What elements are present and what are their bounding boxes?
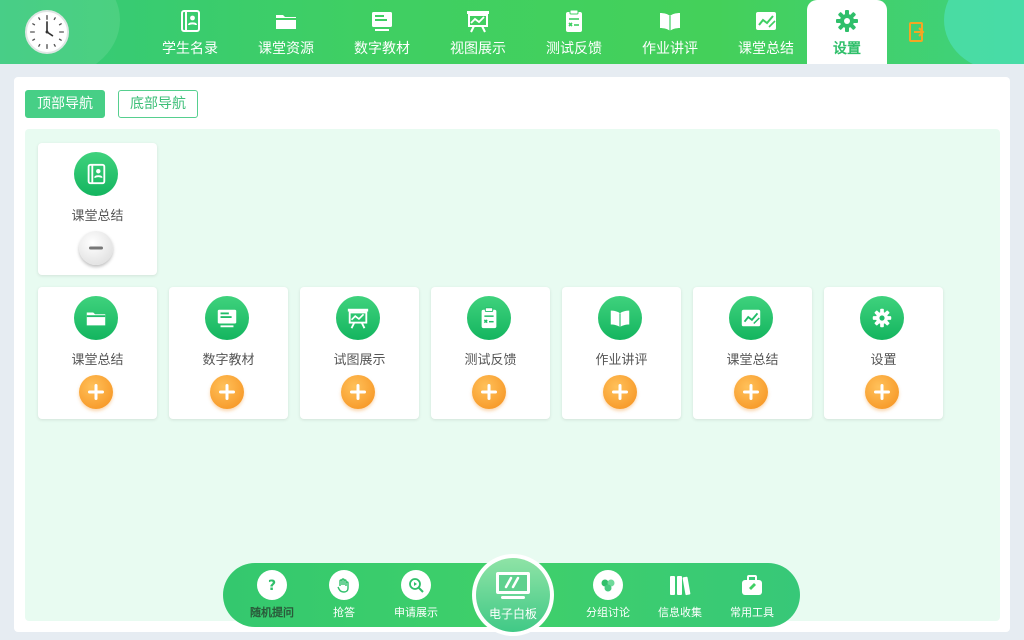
available-nav-card: 设置 <box>824 287 943 419</box>
exit-door-icon[interactable] <box>906 21 928 43</box>
nav-item-test-feedback[interactable]: 测试反馈 <box>529 0 619 64</box>
nav-item-label: 测试反馈 <box>546 41 602 57</box>
add-button[interactable] <box>79 375 113 409</box>
dock-item-request-display[interactable]: 申请展示 <box>386 563 446 627</box>
available-nav-card: 数字教材 <box>169 287 288 419</box>
nav-item-label: 设置 <box>833 41 861 57</box>
tab-top-navigation[interactable]: 顶部导航 <box>25 90 105 118</box>
whiteboard-icon <box>496 571 530 599</box>
add-button[interactable] <box>734 375 768 409</box>
nav-item-label: 课堂资源 <box>258 41 314 57</box>
question-icon: ? <box>257 570 287 600</box>
plus-icon <box>874 384 890 400</box>
nav-item-label: 数字教材 <box>354 41 410 57</box>
whiteboard-button[interactable]: 电子白板 <box>472 554 554 636</box>
minus-icon <box>89 246 103 250</box>
nav-config-area: 课堂总结 课堂总结 数字教材 试图展示 测试反馈 作业讲评 课堂总结 设置 <box>25 129 1000 621</box>
dock-item-label: 申请展示 <box>394 606 438 619</box>
card-label: 作业讲评 <box>595 353 648 368</box>
plus-icon <box>612 384 628 400</box>
nav-item-student-roster[interactable]: 学生名录 <box>145 0 235 64</box>
add-button[interactable] <box>210 375 244 409</box>
chart-summary-icon <box>729 296 773 340</box>
nav-item-class-resources[interactable]: 课堂资源 <box>241 0 331 64</box>
dock-item-label: 随机提问 <box>250 606 294 619</box>
group-icon <box>593 570 623 600</box>
card-label: 课堂总结 <box>726 353 779 368</box>
gear-icon <box>834 8 860 34</box>
open-book-icon <box>657 8 683 34</box>
available-nav-card: 课堂总结 <box>38 287 157 419</box>
dock-item-label: 信息收集 <box>658 606 702 619</box>
top-nav-bar: 学生名录 课堂资源 数字教材 视图展示 测试反馈 作业讲评 课堂总结 设置 <box>0 0 1024 64</box>
plus-icon <box>88 384 104 400</box>
dock-item-group-discussion[interactable]: 分组讨论 <box>578 563 638 627</box>
dock-item-label: 抢答 <box>333 606 355 619</box>
card-label: 设置 <box>870 353 897 368</box>
tab-bottom-navigation[interactable]: 底部导航 <box>118 90 198 118</box>
add-button[interactable] <box>603 375 637 409</box>
card-label: 课堂总结 <box>71 353 124 368</box>
nav-item-label: 学生名录 <box>162 41 218 57</box>
contacts-book-icon <box>177 8 203 34</box>
chart-summary-icon <box>753 8 779 34</box>
plus-icon <box>219 384 235 400</box>
display-board-icon <box>336 296 380 340</box>
test-clipboard-icon <box>561 8 587 34</box>
available-nav-card: 作业讲评 <box>562 287 681 419</box>
magnify-play-icon <box>401 570 431 600</box>
plus-icon <box>481 384 497 400</box>
plus-icon <box>743 384 759 400</box>
settings-panel: 顶部导航 底部导航 课堂总结 课堂总结 数字教材 试图展示 测试反馈 作业讲评 … <box>14 77 1010 632</box>
hand-icon <box>329 570 359 600</box>
nav-item-label: 作业讲评 <box>642 41 698 57</box>
nav-item-homework-review[interactable]: 作业讲评 <box>625 0 715 64</box>
remove-button[interactable] <box>79 231 113 265</box>
nav-item-settings[interactable]: 设置 <box>807 0 887 64</box>
folder-icon <box>74 296 118 340</box>
selected-nav-card: 课堂总结 <box>38 143 157 275</box>
decor-blob <box>944 0 1024 64</box>
clock-icon <box>25 10 69 54</box>
dock-item-info-collection[interactable]: 信息收集 <box>650 563 710 627</box>
add-button[interactable] <box>472 375 506 409</box>
card-label: 课堂总结 <box>71 209 124 224</box>
display-board-icon <box>465 8 491 34</box>
add-button[interactable] <box>865 375 899 409</box>
test-clipboard-icon <box>467 296 511 340</box>
dock-item-common-tools[interactable]: 常用工具 <box>722 563 782 627</box>
dock-item-quick-answer[interactable]: 抢答 <box>314 563 374 627</box>
contacts-book-icon <box>74 152 118 196</box>
open-book-icon <box>598 296 642 340</box>
dock-item-label: 常用工具 <box>730 606 774 619</box>
nav-item-digital-textbook[interactable]: 数字教材 <box>337 0 427 64</box>
gear-icon <box>860 296 904 340</box>
nav-item-view-display[interactable]: 视图展示 <box>433 0 523 64</box>
dock-item-label: 分组讨论 <box>586 606 630 619</box>
available-nav-card: 课堂总结 <box>693 287 812 419</box>
plus-icon <box>350 384 366 400</box>
textbook-icon <box>369 8 395 34</box>
dock-item-random-question[interactable]: ? 随机提问 <box>242 563 302 627</box>
add-button[interactable] <box>341 375 375 409</box>
nav-item-label: 课堂总结 <box>738 41 794 57</box>
card-label: 试图展示 <box>333 353 386 368</box>
card-label: 测试反馈 <box>464 353 517 368</box>
available-nav-card: 测试反馈 <box>431 287 550 419</box>
whiteboard-label: 电子白板 <box>488 606 537 621</box>
card-label: 数字教材 <box>202 353 255 368</box>
toolbox-icon <box>737 570 767 600</box>
books-icon <box>665 570 695 600</box>
nav-item-class-summary[interactable]: 课堂总结 <box>721 0 811 64</box>
textbook-icon <box>205 296 249 340</box>
nav-item-label: 视图展示 <box>450 41 506 57</box>
svg-text:?: ? <box>268 578 276 594</box>
folder-icon <box>273 8 299 34</box>
available-nav-card: 试图展示 <box>300 287 419 419</box>
